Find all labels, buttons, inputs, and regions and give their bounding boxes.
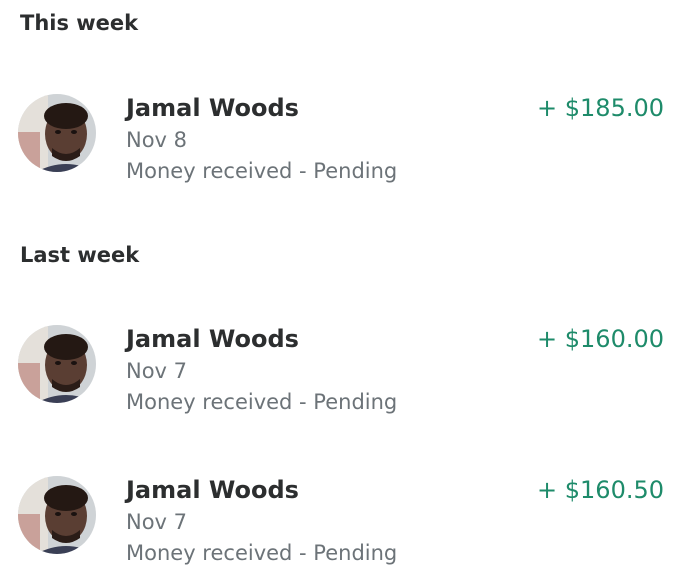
user-photo-avatar-icon xyxy=(18,94,96,172)
transaction-status: Money received - Pending xyxy=(126,541,398,565)
user-photo-avatar-icon xyxy=(18,476,96,554)
transaction-status: Money received - Pending xyxy=(126,159,398,183)
transaction-date: Nov 7 xyxy=(126,359,188,383)
section-heading-this-week: This week xyxy=(20,11,139,35)
transaction-date: Nov 7 xyxy=(126,510,188,534)
transaction-row[interactable]: Jamal Woods Nov 7 Money received - Pendi… xyxy=(0,476,685,586)
transaction-name: Jamal Woods xyxy=(126,94,299,122)
transaction-date: Nov 8 xyxy=(126,128,188,152)
transaction-name: Jamal Woods xyxy=(126,476,299,504)
user-photo-avatar-icon xyxy=(18,325,96,403)
avatar xyxy=(18,94,96,172)
transaction-row[interactable]: Jamal Woods Nov 8 Money received - Pendi… xyxy=(0,94,685,204)
transaction-amount: + $160.00 xyxy=(537,325,664,353)
transaction-row[interactable]: Jamal Woods Nov 7 Money received - Pendi… xyxy=(0,325,685,435)
transaction-amount: + $160.50 xyxy=(537,476,664,504)
avatar xyxy=(18,325,96,403)
transaction-amount: + $185.00 xyxy=(537,94,664,122)
avatar xyxy=(18,476,96,554)
section-heading-last-week: Last week xyxy=(20,243,140,267)
transaction-status: Money received - Pending xyxy=(126,390,398,414)
transaction-name: Jamal Woods xyxy=(126,325,299,353)
